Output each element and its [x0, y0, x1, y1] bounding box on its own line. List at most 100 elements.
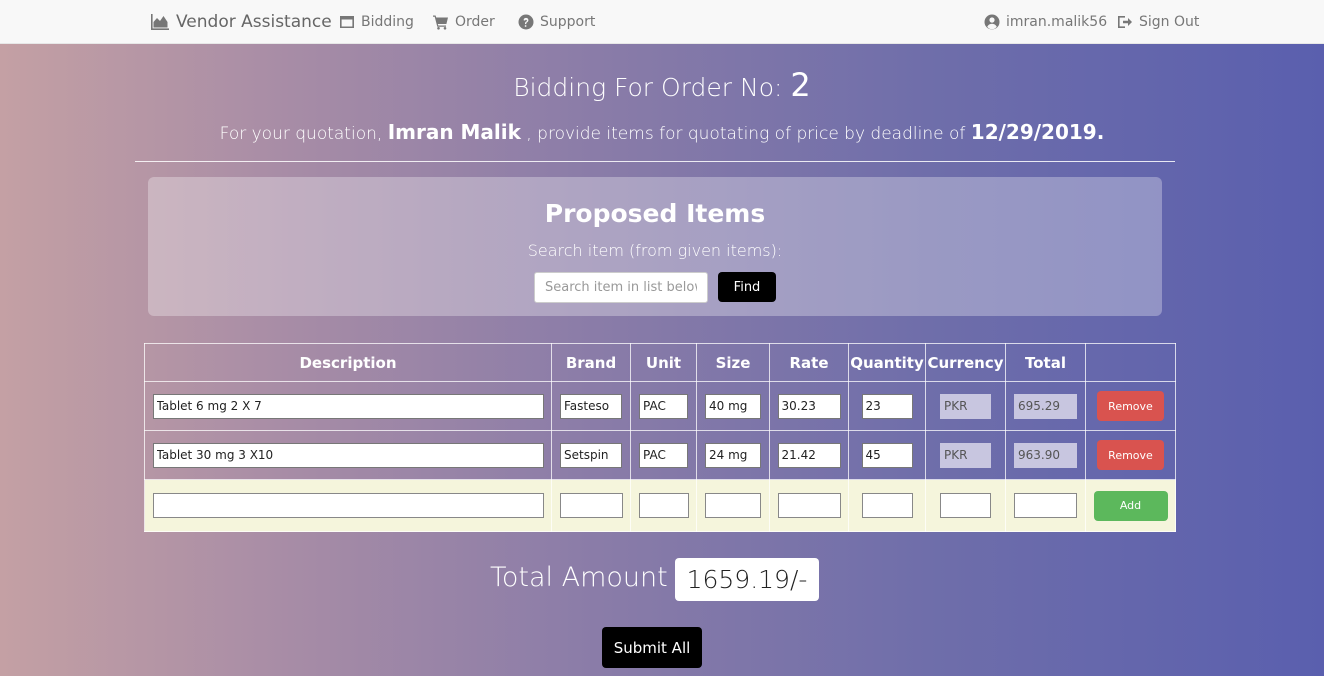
shopping-cart-icon [433, 14, 449, 30]
total-field [1014, 442, 1077, 468]
cell-description [144, 430, 552, 480]
subtitle-prefix: For your quotation, [219, 124, 383, 144]
search-label: Search item (from given items): [527, 241, 783, 260]
nav-order-label: Order [455, 14, 495, 30]
search-input[interactable] [534, 272, 708, 303]
cell-size [696, 381, 770, 431]
cell-unit [630, 430, 697, 480]
col-header-rate: Rate [769, 343, 849, 382]
col-header-quantity: Quantity [848, 343, 926, 382]
table-row: Remove [144, 430, 1176, 480]
col-header-brand: Brand [551, 343, 631, 382]
new-rate-input[interactable] [777, 493, 841, 518]
description-input[interactable] [152, 442, 544, 468]
total-field [1014, 393, 1077, 419]
size-input[interactable] [705, 393, 761, 419]
order-number: 2 [790, 66, 811, 104]
unit-input[interactable] [639, 442, 688, 468]
cell-total [1005, 430, 1086, 480]
col-header-currency: Currency [925, 343, 1006, 382]
nav-order[interactable]: Order [433, 0, 495, 44]
cell-currency [925, 479, 1006, 532]
cell-quantity [848, 381, 926, 431]
vendor-name: Imran Malik [387, 120, 521, 144]
cell-unit [630, 381, 697, 431]
cell-rate [769, 479, 849, 532]
cell-action: Remove [1085, 430, 1176, 480]
remove-button[interactable]: Remove [1097, 391, 1164, 421]
nav-support-label: Support [540, 14, 596, 30]
cell-brand [551, 479, 631, 532]
cell-total [1005, 479, 1086, 532]
user-circle-icon [984, 14, 1000, 30]
cell-description [144, 381, 552, 431]
brand-label: Vendor Assistance [176, 12, 332, 32]
cell-rate [769, 381, 849, 431]
cell-action: Add [1085, 479, 1176, 532]
cell-unit [630, 479, 697, 532]
currency-field [940, 442, 991, 468]
panel-title: Proposed Items [544, 199, 766, 228]
items-table: Description Brand Unit Size Rate Quantit… [144, 343, 1176, 532]
size-input[interactable] [705, 442, 761, 468]
submit-all-button[interactable]: Submit All [602, 627, 702, 668]
nav-user-label: imran.malik56 [1006, 14, 1108, 30]
nav-bidding-label: Bidding [361, 14, 414, 30]
new-total-input[interactable] [1014, 493, 1077, 518]
remove-button[interactable]: Remove [1097, 440, 1164, 470]
proposed-items-panel: Proposed Items Search item (from given i… [148, 177, 1162, 316]
nav-signout-label: Sign Out [1139, 14, 1200, 30]
col-header-unit: Unit [630, 343, 697, 382]
divider [135, 161, 1175, 162]
nav-signout[interactable]: Sign Out [1117, 0, 1199, 44]
cell-rate [769, 430, 849, 480]
cell-brand [551, 430, 631, 480]
window-icon [339, 14, 355, 30]
rate-input[interactable] [777, 393, 841, 419]
rate-input[interactable] [777, 442, 841, 468]
total-amount-value: 1659.19/- [675, 558, 819, 601]
unit-input[interactable] [639, 393, 688, 419]
currency-field [940, 393, 991, 419]
new-size-input[interactable] [705, 493, 761, 518]
cell-total [1005, 381, 1086, 431]
cell-currency [925, 381, 1006, 431]
cell-size [696, 430, 770, 480]
cell-size [696, 479, 770, 532]
cell-quantity [848, 430, 926, 480]
brand-input[interactable] [560, 442, 622, 468]
find-button[interactable]: Find [718, 272, 776, 302]
table-row: Remove [144, 381, 1176, 431]
add-button[interactable]: Add [1093, 490, 1168, 521]
brand-input[interactable] [560, 393, 622, 419]
nav-support[interactable]: Support [518, 0, 595, 44]
page-subtitle: For your quotation, Imran Malik , provid… [0, 120, 1324, 144]
area-chart-icon [150, 13, 170, 31]
question-circle-icon [518, 14, 534, 30]
cell-action: Remove [1085, 381, 1176, 431]
sign-out-icon [1117, 14, 1133, 30]
table-header-row: Description Brand Unit Size Rate Quantit… [144, 343, 1176, 382]
col-header-action [1085, 343, 1176, 382]
quantity-input[interactable] [861, 442, 913, 468]
description-input[interactable] [152, 393, 544, 419]
nav-user[interactable]: imran.malik56 [984, 0, 1107, 44]
navbar: Vendor Assistance Bidding Order Support … [0, 0, 1324, 44]
new-currency-input[interactable] [940, 493, 991, 518]
new-item-row: Add [144, 479, 1176, 532]
page-title: Bidding For Order No: 2 [0, 66, 1324, 104]
cell-currency [925, 430, 1006, 480]
nav-bidding[interactable]: Bidding [339, 0, 414, 44]
brand-link[interactable]: Vendor Assistance [150, 0, 332, 44]
page-title-prefix: Bidding For Order No: [513, 73, 783, 102]
new-quantity-input[interactable] [861, 493, 913, 518]
deadline-date: 12/29/2019. [970, 120, 1105, 144]
new-brand-input[interactable] [559, 493, 623, 518]
col-header-total: Total [1005, 343, 1086, 382]
cell-quantity [848, 479, 926, 532]
col-header-description: Description [144, 343, 552, 382]
new-unit-input[interactable] [638, 493, 689, 518]
quantity-input[interactable] [861, 393, 913, 419]
new-description-input[interactable] [152, 493, 544, 518]
total-amount-label: Total Amount : [490, 562, 686, 593]
